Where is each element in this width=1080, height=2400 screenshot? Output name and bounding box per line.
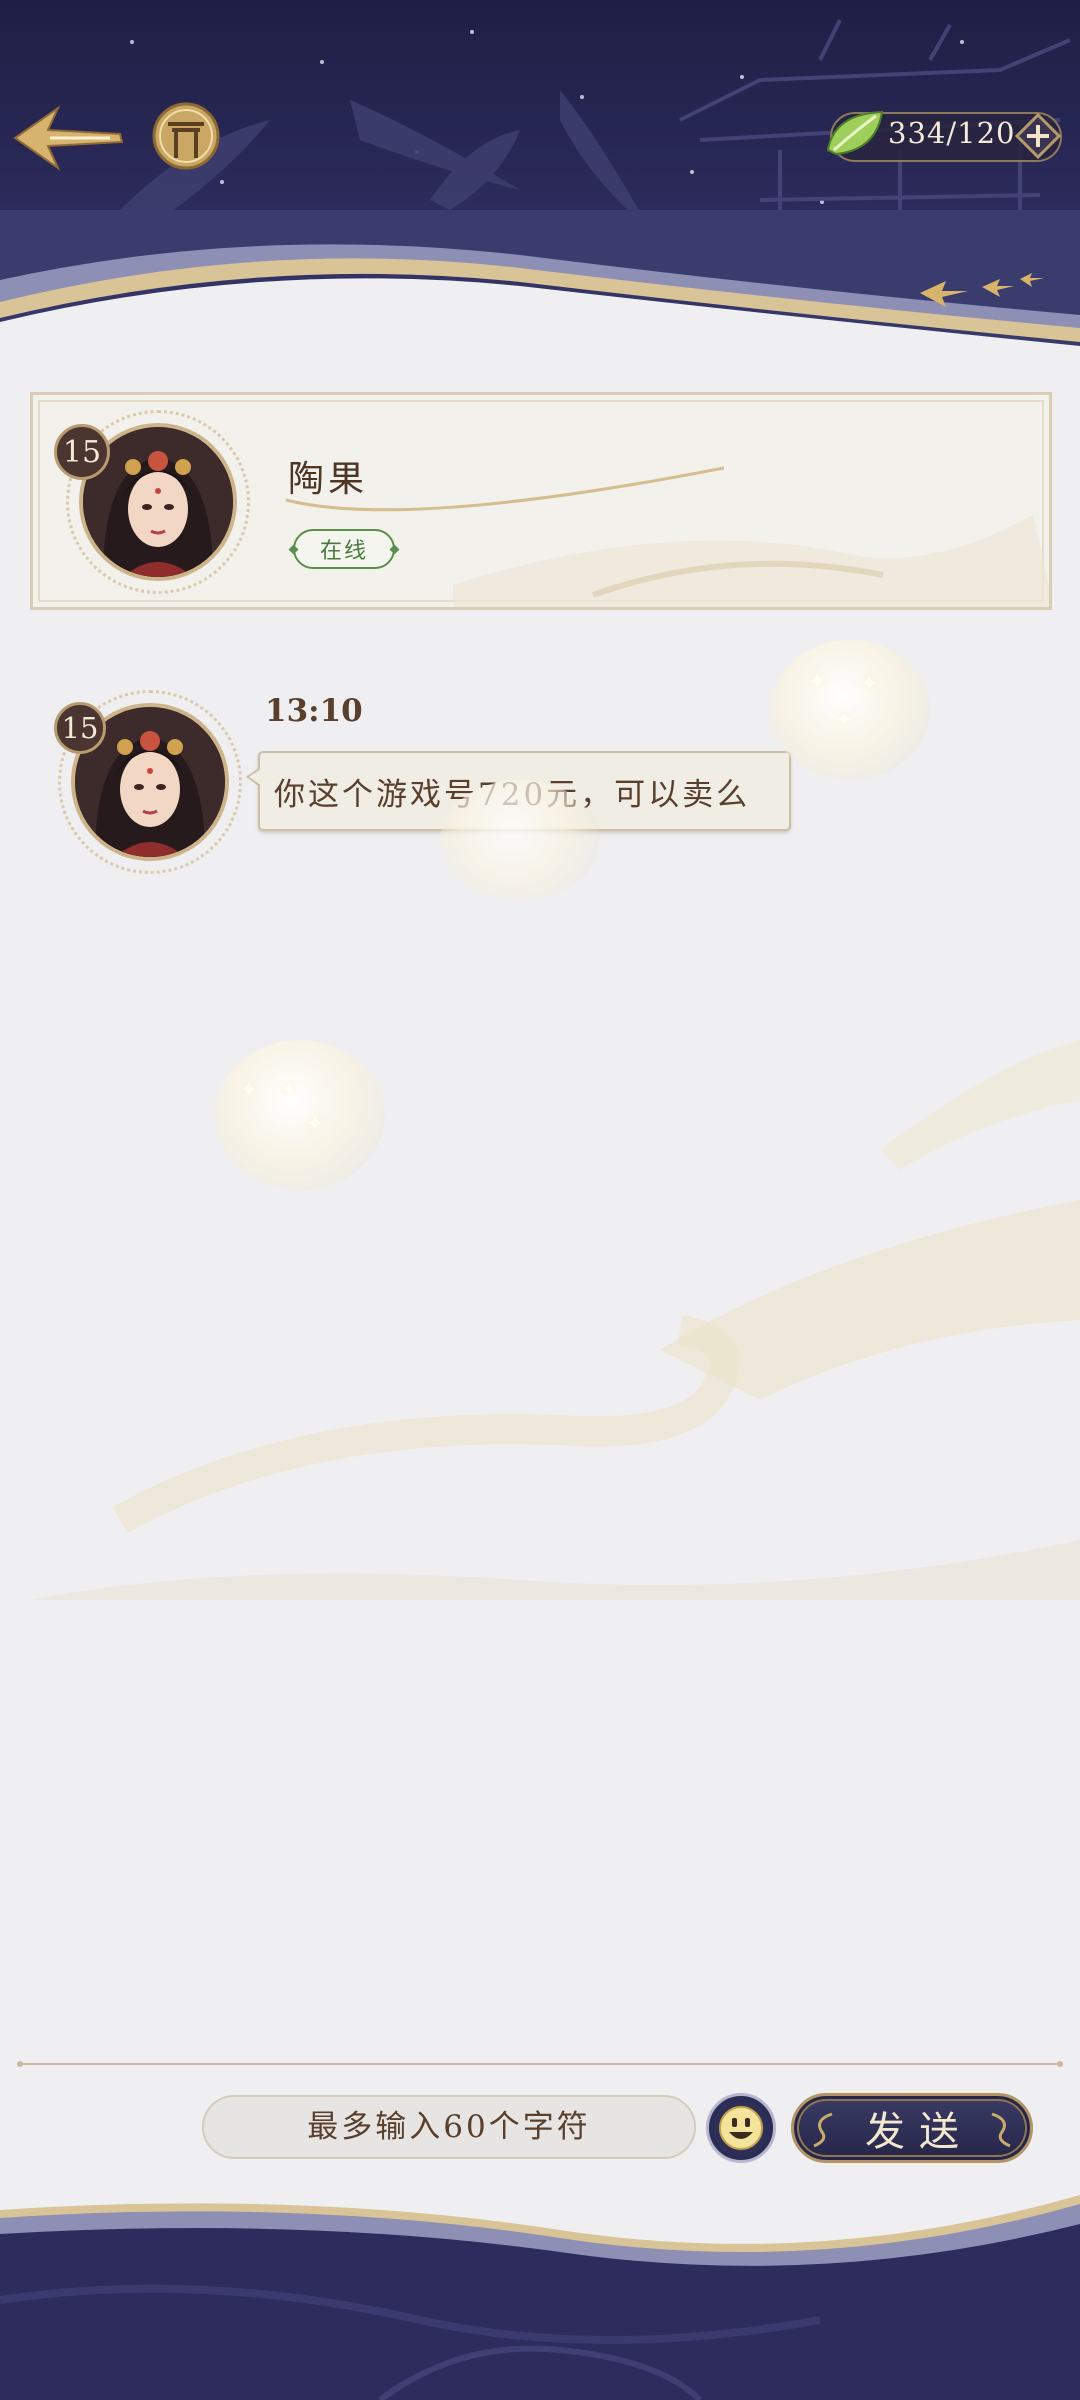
message-time: 13:10 [265,693,363,729]
swirl-deco-icon [991,2112,1011,2148]
message-level-badge: 15 [54,702,106,754]
bottom-wave-banner [0,2195,1080,2400]
contact-name: 陶果 [288,459,369,500]
contact-level-badge: 15 [54,424,110,480]
top-banner [0,0,1080,360]
gate-button[interactable] [150,100,222,172]
message-input[interactable] [202,2095,696,2159]
sparkle-icon: ✦ [808,670,827,695]
currency-value: 334/120 [888,116,1016,150]
leaf-icon [826,110,884,156]
birds-deco [920,273,1044,307]
smile-emoji-icon [719,2106,763,2150]
top-wave-border [0,210,1080,360]
send-button[interactable]: 发送 [791,2093,1033,2163]
online-status-badge: 在线 [293,529,395,569]
swirl-deco-icon [813,2112,833,2148]
gate-icon [152,102,220,170]
divider-line [17,2061,1063,2067]
emoji-button[interactable] [706,2093,776,2163]
add-currency-button[interactable] [1014,112,1062,160]
plus-icon [1014,112,1062,160]
send-label: 发送 [865,2109,973,2155]
sparkle-icon: ✦ [835,708,854,733]
sparkle-icon: ✦ [860,672,879,697]
cloud-deco [30,1040,1080,1600]
sparkle-orb [440,780,600,900]
back-arrow-icon [13,105,124,171]
back-button[interactable] [10,100,125,175]
